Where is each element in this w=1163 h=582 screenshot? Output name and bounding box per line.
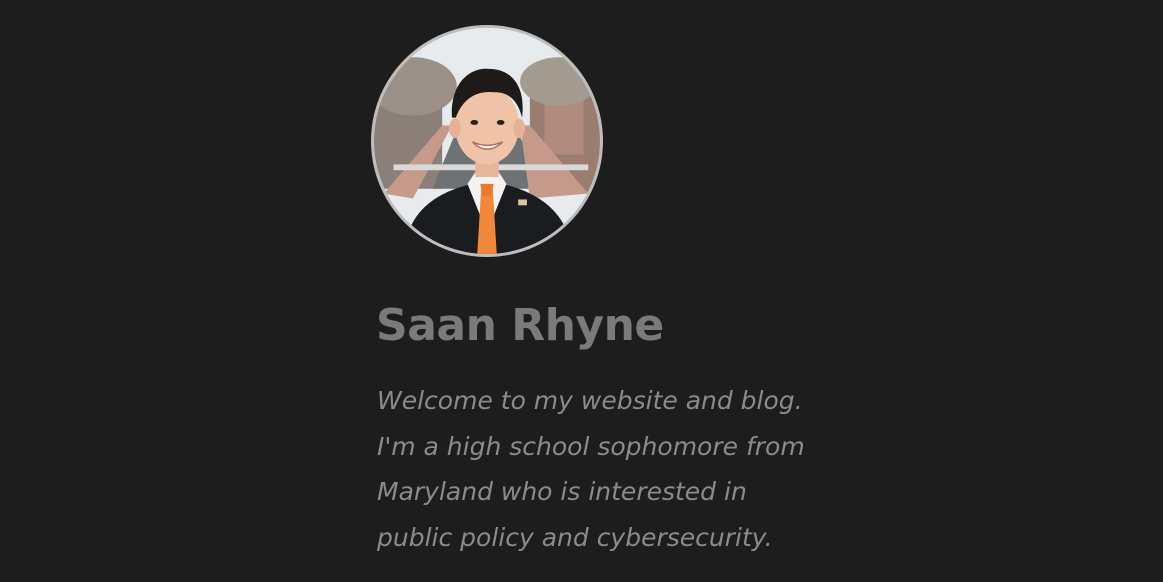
site-owner-name: Saan Rhyne — [376, 300, 664, 351]
bio-line: Maryland who is interested in — [377, 477, 747, 506]
bio-text: Welcome to my website and blog. I'm a hi… — [377, 378, 847, 560]
bio-line: Welcome to my website and blog. — [377, 386, 803, 415]
bio-line: I'm a high school sophomore from — [377, 431, 805, 461]
avatar — [371, 25, 603, 257]
bio-line: public policy and cybersecurity. — [377, 522, 773, 552]
profile-photo — [374, 28, 600, 254]
